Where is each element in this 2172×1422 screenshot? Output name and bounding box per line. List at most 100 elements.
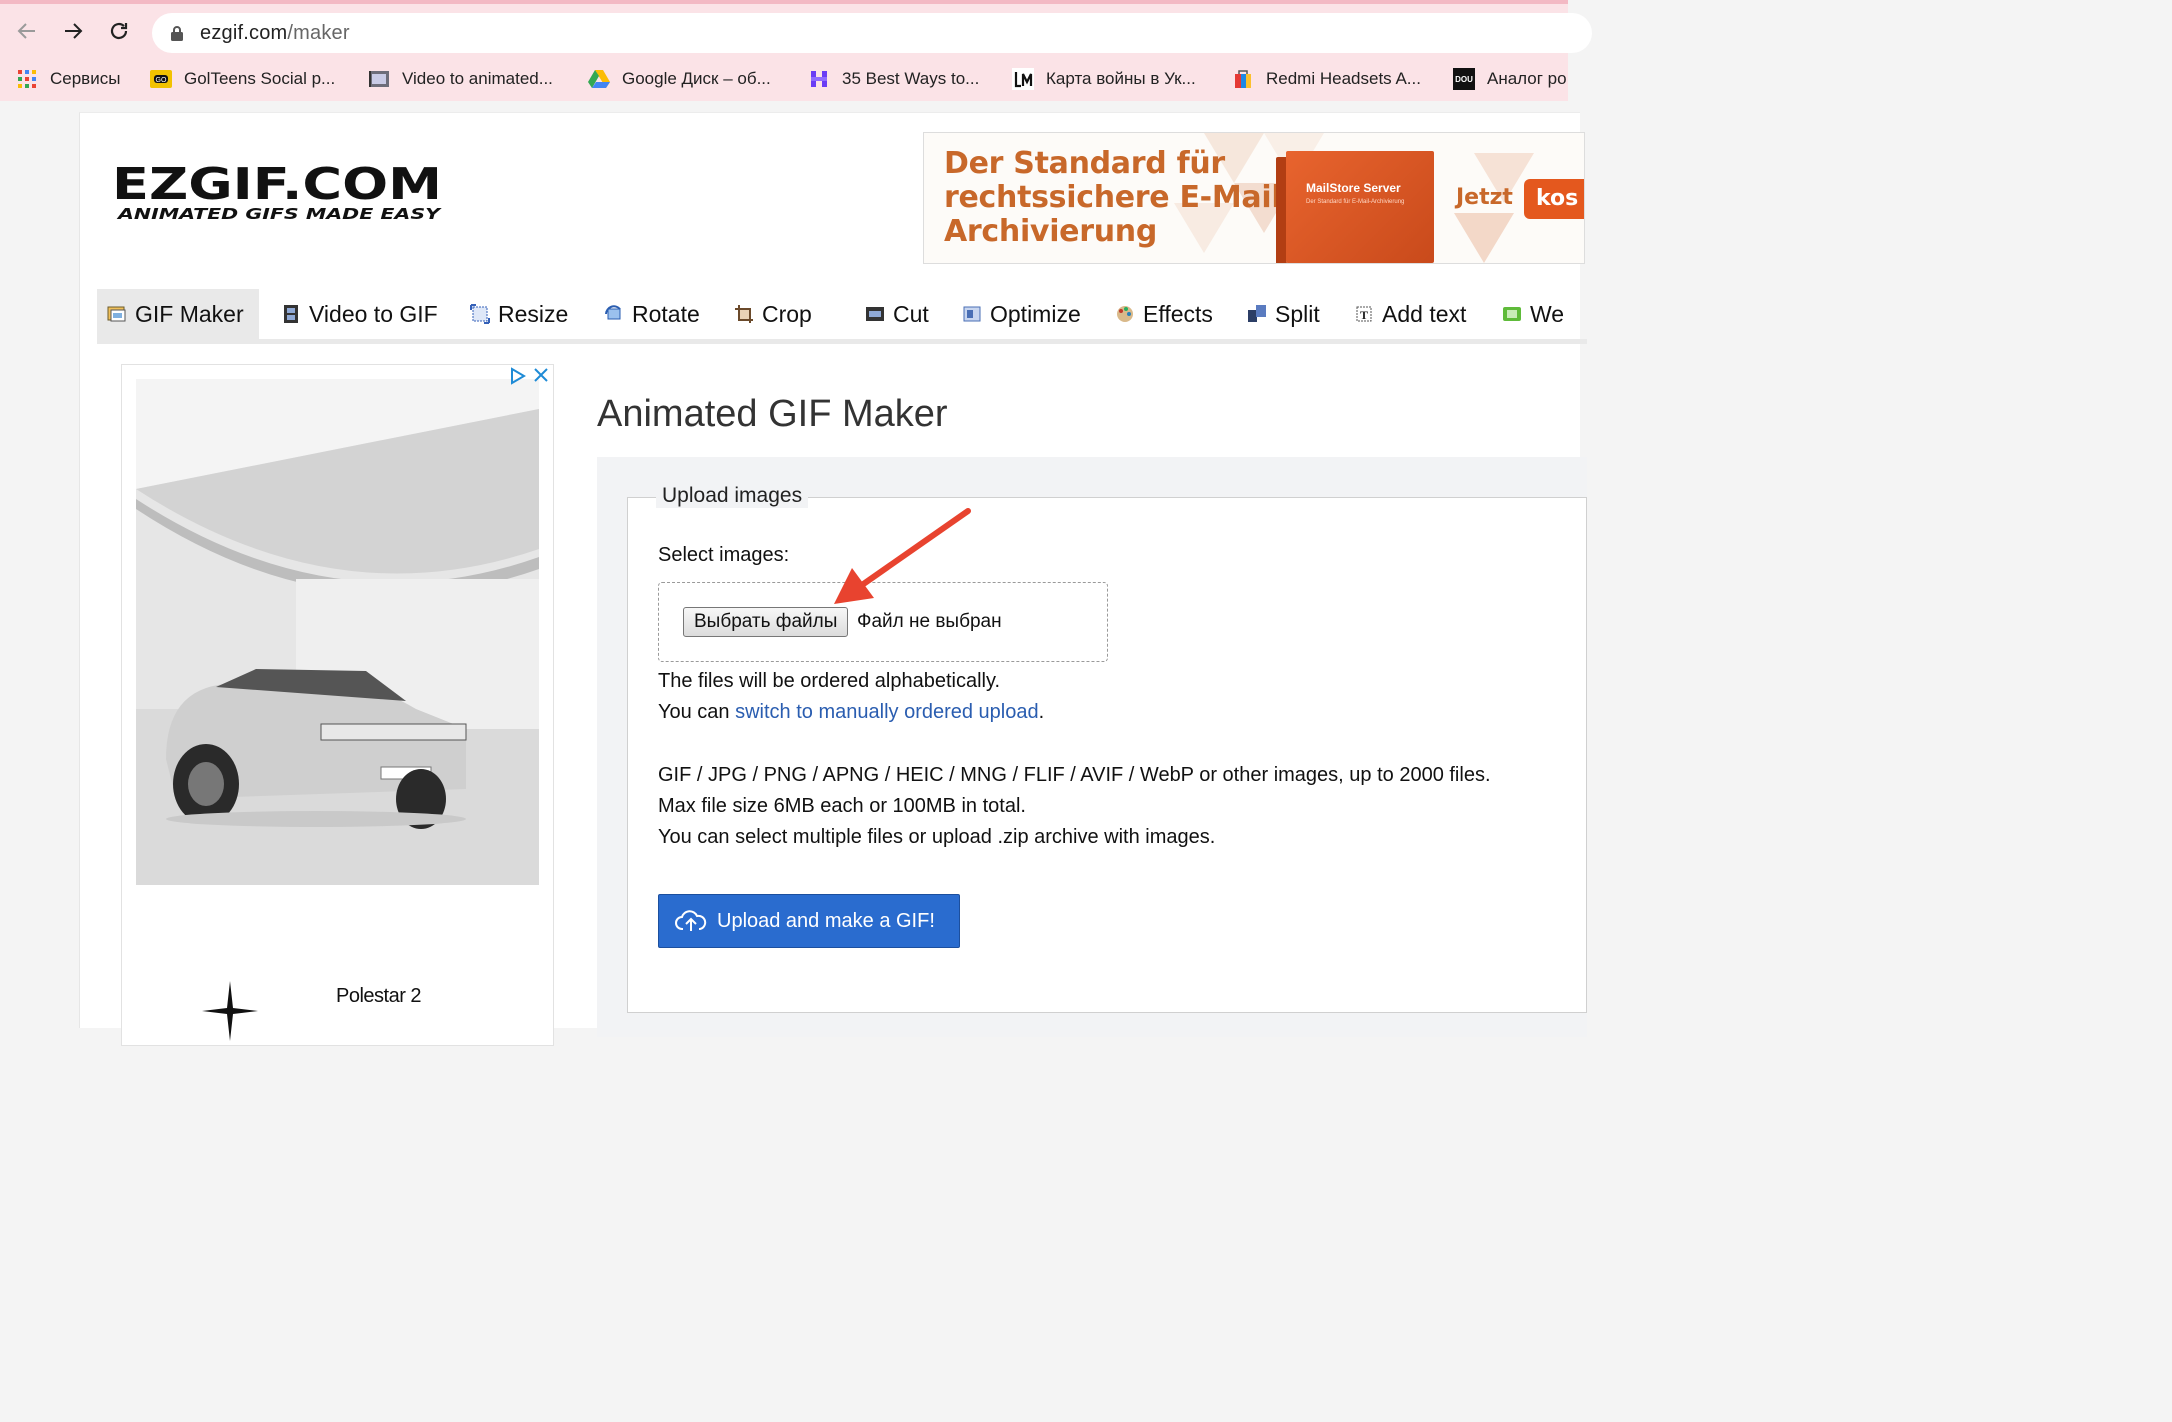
banner-ad[interactable]: Der Standard für rechtssichere E-Mail- A… [923,132,1585,264]
tab-crop[interactable]: Crop [734,289,812,339]
forward-button[interactable] [58,16,88,46]
tab-resize[interactable]: Resize [470,289,568,339]
tab-label: Video to GIF [309,300,438,327]
effects-palette-icon [1117,306,1133,322]
svg-text:DOU: DOU [1455,75,1473,84]
reload-button[interactable] [104,16,134,46]
url-path: /maker [287,22,350,44]
tab-video-to-gif[interactable]: Video to GIF [281,289,438,339]
gif-maker-icon [107,306,126,322]
bookmark-label: GolTeens Social p... [184,69,336,88]
add-text-icon: T [1356,306,1372,322]
max-size-note: Max file size 6MB each or 100MB in total… [658,795,1026,817]
bookmark-label: Аналог ро [1487,69,1567,88]
choose-files-button[interactable]: Выбрать файлы [683,607,849,637]
apps-grid-icon [16,68,38,90]
tab-split[interactable]: Split [1247,289,1320,339]
bookmark-google-drive[interactable]: Google Диск – об... [588,62,771,96]
optimize-icon [963,306,981,322]
tab-label: Cut [893,300,929,327]
tab-label: Effects [1143,300,1213,327]
bookmark-35-best-ways[interactable]: 35 Best Ways to... [808,62,979,96]
back-arrow-icon [17,23,35,39]
upload-panel: Upload images Select images: Выбрать фай… [597,457,1587,1037]
webp-icon [1503,307,1521,321]
tab-label: Crop [762,300,812,327]
close-icon[interactable] [533,367,549,383]
svg-text:GO: GO [156,77,167,84]
tab-add-text[interactable]: T Add text [1354,289,1466,339]
bookmark-war-map[interactable]: Карта войны в Ук... [1012,62,1196,96]
upload-fieldset: Upload images Select images: Выбрать фай… [627,484,1587,1013]
page-title: Animated GIF Maker [597,393,948,435]
rotate-icon [605,305,621,320]
bookmark-label: Google Диск – об... [622,69,771,88]
switch-manual-upload-link[interactable]: switch to manually ordered upload [735,701,1039,723]
crop-icon [735,305,753,323]
banner-cta-prefix: Jetzt [1456,185,1513,210]
tab-label: Split [1275,300,1320,327]
url-text: ezgif.com/maker [200,22,350,45]
switch-suffix: . [1038,701,1045,723]
bookmark-services[interactable]: Сервисы [16,62,120,96]
forward-arrow-icon [65,23,83,39]
adchoices-icon[interactable] [509,367,527,385]
bookmark-label: Redmi Headsets A... [1266,69,1421,88]
tab-optimize[interactable]: Optimize [962,289,1081,339]
fieldset-legend: Upload images [656,484,809,508]
mailstore-product-box: MailStore Server Der Standard für E-Mail… [1286,151,1434,263]
browser-chrome: ezgif.com/maker Сервисы GO GolTeens Soci… [0,0,1592,101]
banner-cta-button[interactable]: kos [1524,179,1584,219]
resize-icon [470,304,490,324]
product-subtitle: Der Standard für E-Mail-Archivierung [1306,199,1405,205]
address-bar[interactable]: ezgif.com/maker [152,13,1592,53]
tab-webp[interactable]: We [1502,289,1564,339]
bookmark-redmi-headsets[interactable]: Redmi Headsets A... [1232,62,1421,96]
google-drive-icon [588,68,610,90]
back-button[interactable] [12,16,42,46]
tab-label: We [1530,300,1565,327]
tab-label: Rotate [632,300,700,327]
product-name: MailStore Server [1306,181,1401,195]
cloud-upload-icon [675,910,707,931]
dou-icon: DOU [1453,68,1475,90]
polestar-logo-icon [202,981,258,1041]
tab-label: Add text [1382,300,1467,327]
ad-controls [509,367,549,385]
tab-rotate[interactable]: Rotate [604,289,700,339]
file-drop-zone[interactable]: Выбрать файлы Файл не выбран [658,582,1108,662]
shopping-bag-icon [1232,68,1254,90]
banner-headline-line: Archivierung [944,214,1158,249]
logo-tagline: ANIMATED GIFS MADE EASY [117,205,443,223]
ezgif-logo[interactable]: EZGIF.COM ANIMATED GIFS MADE EASY [112,159,452,228]
reload-icon [110,22,128,40]
tab-gif-maker[interactable]: GIF Maker [97,289,259,339]
tool-menu: GIF Maker Video to GIF Resize Rotate Cro… [97,289,1587,344]
bookmark-label: 35 Best Ways to... [842,69,980,88]
select-images-label: Select images: [658,544,790,566]
url-domain: ezgif.com [200,22,288,44]
video-to-gif-icon [368,68,390,90]
logo-main-text: EZGIF.COM [112,161,442,210]
upload-button-label: Upload and make a GIF! [717,909,935,932]
split-icon [1248,305,1266,322]
banner-headline-line: rechtssichere E-Mail- [944,180,1294,215]
tab-effects[interactable]: Effects [1115,289,1213,339]
ad-brand-name: Polestar 2 [336,985,422,1007]
switch-prefix: You can [658,701,736,723]
bookmark-golteens[interactable]: GO GolTeens Social p... [150,62,335,96]
tab-cut[interactable]: Cut [865,289,929,339]
liveuamap-icon [1012,68,1034,90]
bookmark-video-to-animated[interactable]: Video to animated... [368,62,553,96]
cut-icon [866,307,884,321]
order-note: The files will be ordered alphabetically… [658,670,1001,692]
side-ad[interactable]: Polestar 2 [121,364,554,1046]
lock-icon [171,26,183,41]
tab-label: Optimize [990,300,1081,327]
banner-headline-line: Der Standard für [944,146,1225,181]
upload-and-make-gif-button[interactable]: Upload and make a GIF! [658,894,960,948]
bookmark-analog[interactable]: DOU Аналог ро [1453,62,1567,96]
page-content: EZGIF.COM ANIMATED GIFS MADE EASY Der St… [79,112,1587,1046]
purple-h-icon [808,68,830,90]
bookmark-label: Video to animated... [402,69,553,88]
